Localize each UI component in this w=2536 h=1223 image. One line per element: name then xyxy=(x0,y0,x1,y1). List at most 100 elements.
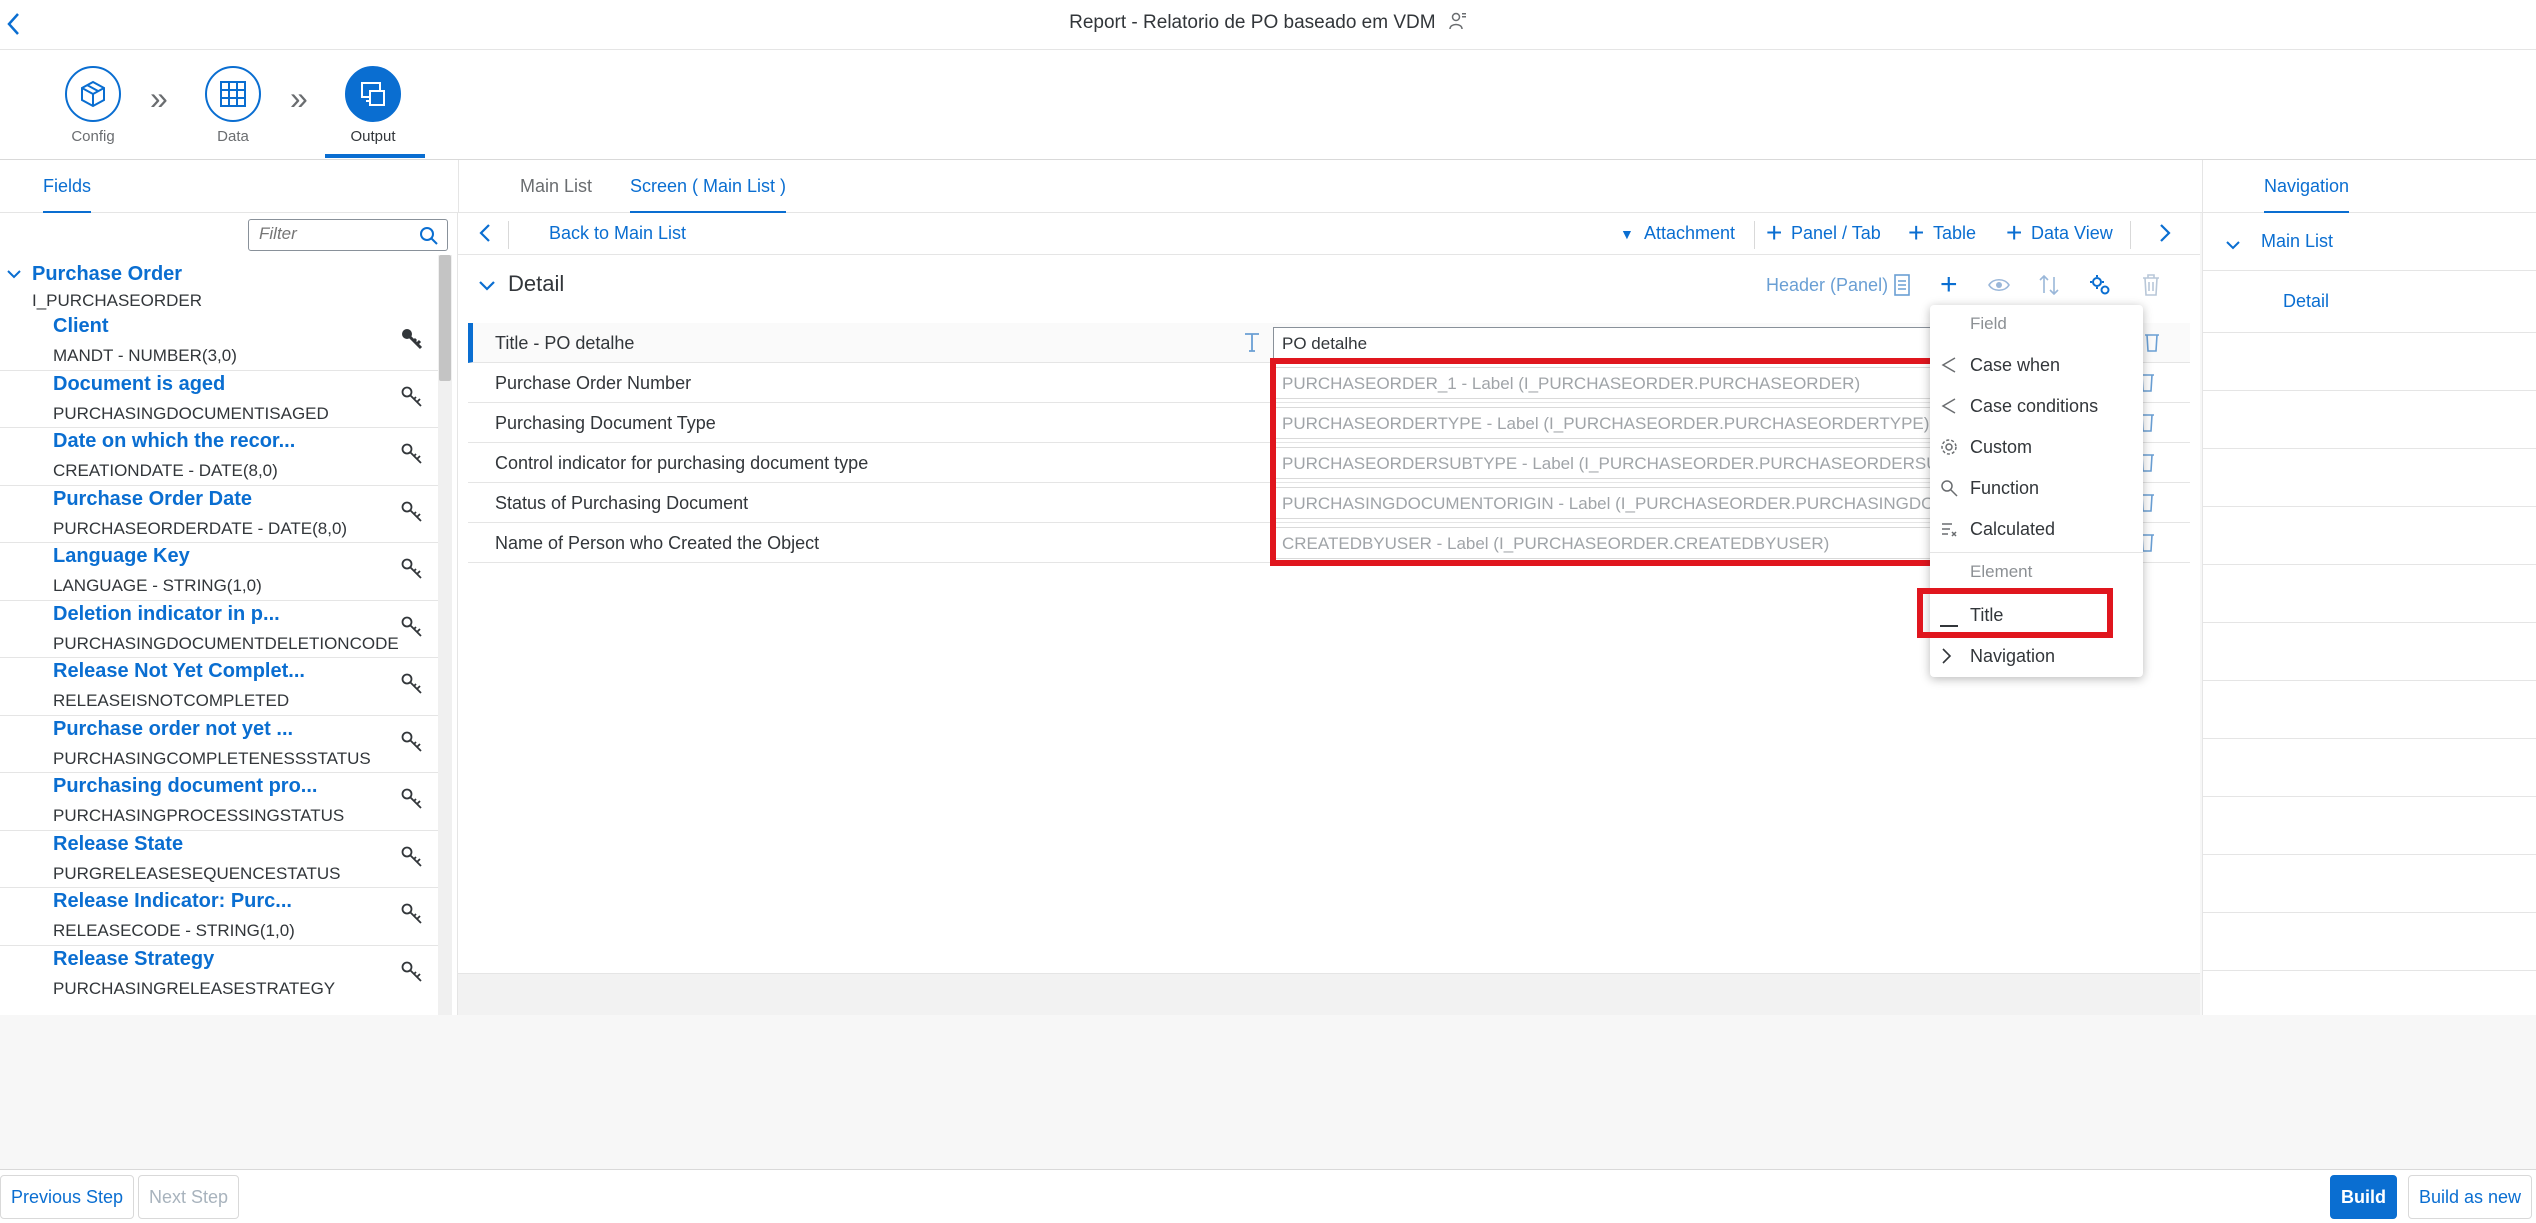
chevron-down-icon[interactable] xyxy=(6,267,22,285)
list-item[interactable]: Purchasing document pro... PURCHASINGPRO… xyxy=(0,773,438,831)
tab-screen-main-list[interactable]: Screen ( Main List ) xyxy=(630,176,787,214)
menu-item-function[interactable]: Function xyxy=(1930,468,2143,509)
wizard-step-output[interactable]: Output xyxy=(323,66,423,145)
attachment-button[interactable]: Attachment xyxy=(1644,223,1735,244)
box-icon xyxy=(81,80,105,108)
chevron-left-icon[interactable] xyxy=(478,221,492,250)
field-name: Deletion indicator in p... xyxy=(53,602,280,625)
nav-item-main-list[interactable]: Main List xyxy=(2203,213,2536,271)
wizard-step-config[interactable]: Config xyxy=(43,66,143,145)
menu-item-calculated[interactable]: Calculated xyxy=(1930,509,2143,550)
list-item[interactable]: Purchase Order Date PURCHASEORDERDATE - … xyxy=(0,486,438,543)
row-value-input[interactable]: PO detalhe xyxy=(1273,327,1933,359)
list-item[interactable]: Date on which the recor... CREATIONDATE … xyxy=(0,428,438,486)
menu-group-field: Field xyxy=(1970,314,2007,333)
build-button[interactable]: Build xyxy=(2330,1175,2397,1219)
filter-field[interactable] xyxy=(248,219,448,251)
menu-item-navigation[interactable]: Navigation xyxy=(1930,636,2143,677)
plus-icon: + xyxy=(2006,217,2023,248)
key-icon[interactable] xyxy=(400,385,424,414)
row-label: Status of Purchasing Document xyxy=(495,493,749,513)
fields-list: Client MANDT - NUMBER(3,0) Document is a… xyxy=(0,313,438,1003)
build-as-new-button[interactable]: Build as new xyxy=(2408,1175,2533,1219)
list-item[interactable]: Release Not Yet Complet... RELEASEISNOTC… xyxy=(0,658,438,716)
key-icon[interactable] xyxy=(400,730,424,759)
settings-icon[interactable] xyxy=(2088,273,2112,302)
user-settings-icon[interactable] xyxy=(1449,12,1467,34)
wizard-step-data[interactable]: Data xyxy=(183,66,283,145)
key-icon[interactable] xyxy=(400,902,424,931)
eye-icon[interactable] xyxy=(1988,277,2010,298)
key-icon[interactable] xyxy=(400,787,424,816)
plus-icon: + xyxy=(1908,217,1925,248)
list-item[interactable]: Release Indicator: Purc... RELEASECODE -… xyxy=(0,888,438,946)
key-icon[interactable] xyxy=(400,557,424,586)
key-icon[interactable] xyxy=(400,442,424,471)
text-icon[interactable] xyxy=(1243,331,1261,358)
scrollbar-thumb[interactable] xyxy=(439,255,451,381)
chevron-right-icon xyxy=(1940,647,1952,670)
field-name: Release State xyxy=(53,832,184,855)
caret-down-icon[interactable]: ▼ xyxy=(1620,226,1634,242)
field-name: Document is aged xyxy=(53,372,226,395)
tab-fields[interactable]: Fields xyxy=(43,176,92,214)
fields-scrollbar[interactable] xyxy=(438,255,452,1015)
key-icon[interactable] xyxy=(400,672,424,701)
list-calc-icon xyxy=(1940,520,1958,543)
key-icon[interactable] xyxy=(400,845,424,874)
menu-group-element: Element xyxy=(1970,562,2033,581)
key-icon[interactable] xyxy=(400,327,424,356)
header-panel-label[interactable]: Header (Panel) xyxy=(1766,275,1888,296)
wizard: Config » Data » Output xyxy=(0,50,2536,160)
field-name: Purchase order not yet ... xyxy=(53,717,294,740)
list-item[interactable]: Deletion indicator in p... PURCHASINGDOC… xyxy=(0,601,438,658)
navigation-panel: Main List Detail xyxy=(2202,213,2536,1015)
nav-item-label: Detail xyxy=(2283,291,2330,311)
menu-item-custom[interactable]: Custom xyxy=(1930,427,2143,468)
back-to-main-list-link[interactable]: Back to Main List xyxy=(549,223,686,244)
field-tech: CREATIONDATE - DATE(8,0) xyxy=(53,461,278,480)
share-icon xyxy=(1940,356,1958,379)
add-table-button[interactable]: Table xyxy=(1933,223,1976,244)
tab-navigation[interactable]: Navigation xyxy=(2264,176,2350,214)
nav-item-label: Main List xyxy=(2261,231,2334,251)
chevron-down-icon[interactable] xyxy=(2225,235,2241,256)
chevron-right-icon[interactable] xyxy=(2158,221,2172,250)
field-name: Purchasing document pro... xyxy=(53,775,318,797)
key-icon[interactable] xyxy=(400,615,424,644)
add-data-view-button[interactable]: Data View xyxy=(2031,223,2113,244)
key-icon[interactable] xyxy=(400,500,424,529)
add-icon[interactable]: + xyxy=(1940,268,1958,302)
next-step-button[interactable]: Next Step xyxy=(138,1175,240,1219)
field-tech: MANDT - NUMBER(3,0) xyxy=(53,346,237,365)
delete-icon[interactable] xyxy=(2141,273,2161,302)
list-item[interactable]: Purchase order not yet ... PURCHASINGCOM… xyxy=(0,716,438,773)
nav-item-detail[interactable]: Detail xyxy=(2203,271,2536,333)
add-panel-tab-button[interactable]: Panel / Tab xyxy=(1791,223,1881,244)
list-item[interactable]: Document is aged PURCHASINGDOCUMENTISAGE… xyxy=(0,371,438,428)
field-name: Client xyxy=(53,315,109,337)
chevron-down-icon[interactable] xyxy=(478,277,496,298)
list-item[interactable]: Release State PURGRELEASESEQUENCESTATUS xyxy=(0,831,438,888)
filter-input[interactable] xyxy=(259,220,419,248)
plus-icon: + xyxy=(1766,217,1783,248)
detail-title: Detail xyxy=(508,271,565,296)
field-tech: LANGUAGE - STRING(1,0) xyxy=(53,576,262,595)
previous-step-button[interactable]: Previous Step xyxy=(0,1175,135,1219)
document-icon[interactable] xyxy=(1893,273,1911,302)
sort-icon[interactable] xyxy=(2038,273,2060,302)
field-tech: PURCHASEORDERDATE - DATE(8,0) xyxy=(53,518,348,538)
tab-main-list[interactable]: Main List xyxy=(520,176,592,211)
field-tech: RELEASEISNOTCOMPLETED xyxy=(53,691,290,710)
key-icon[interactable] xyxy=(400,960,424,989)
menu-item-case-conditions[interactable]: Case conditions xyxy=(1930,386,2143,427)
list-item[interactable]: Client MANDT - NUMBER(3,0) xyxy=(0,313,438,371)
list-item[interactable]: Release Strategy PURCHASINGRELEASESTRATE… xyxy=(0,946,438,1004)
field-name: Purchase Order Date xyxy=(53,487,252,510)
field-tech: PURCHASINGCOMPLETENESSSTATUS xyxy=(53,748,371,768)
menu-item-case-when[interactable]: Case when xyxy=(1930,345,2143,386)
highlight-box-fields xyxy=(1270,358,1940,566)
list-item[interactable]: Language Key LANGUAGE - STRING(1,0) xyxy=(0,543,438,601)
search-icon[interactable] xyxy=(419,226,439,251)
delete-icon[interactable] xyxy=(2143,331,2161,358)
